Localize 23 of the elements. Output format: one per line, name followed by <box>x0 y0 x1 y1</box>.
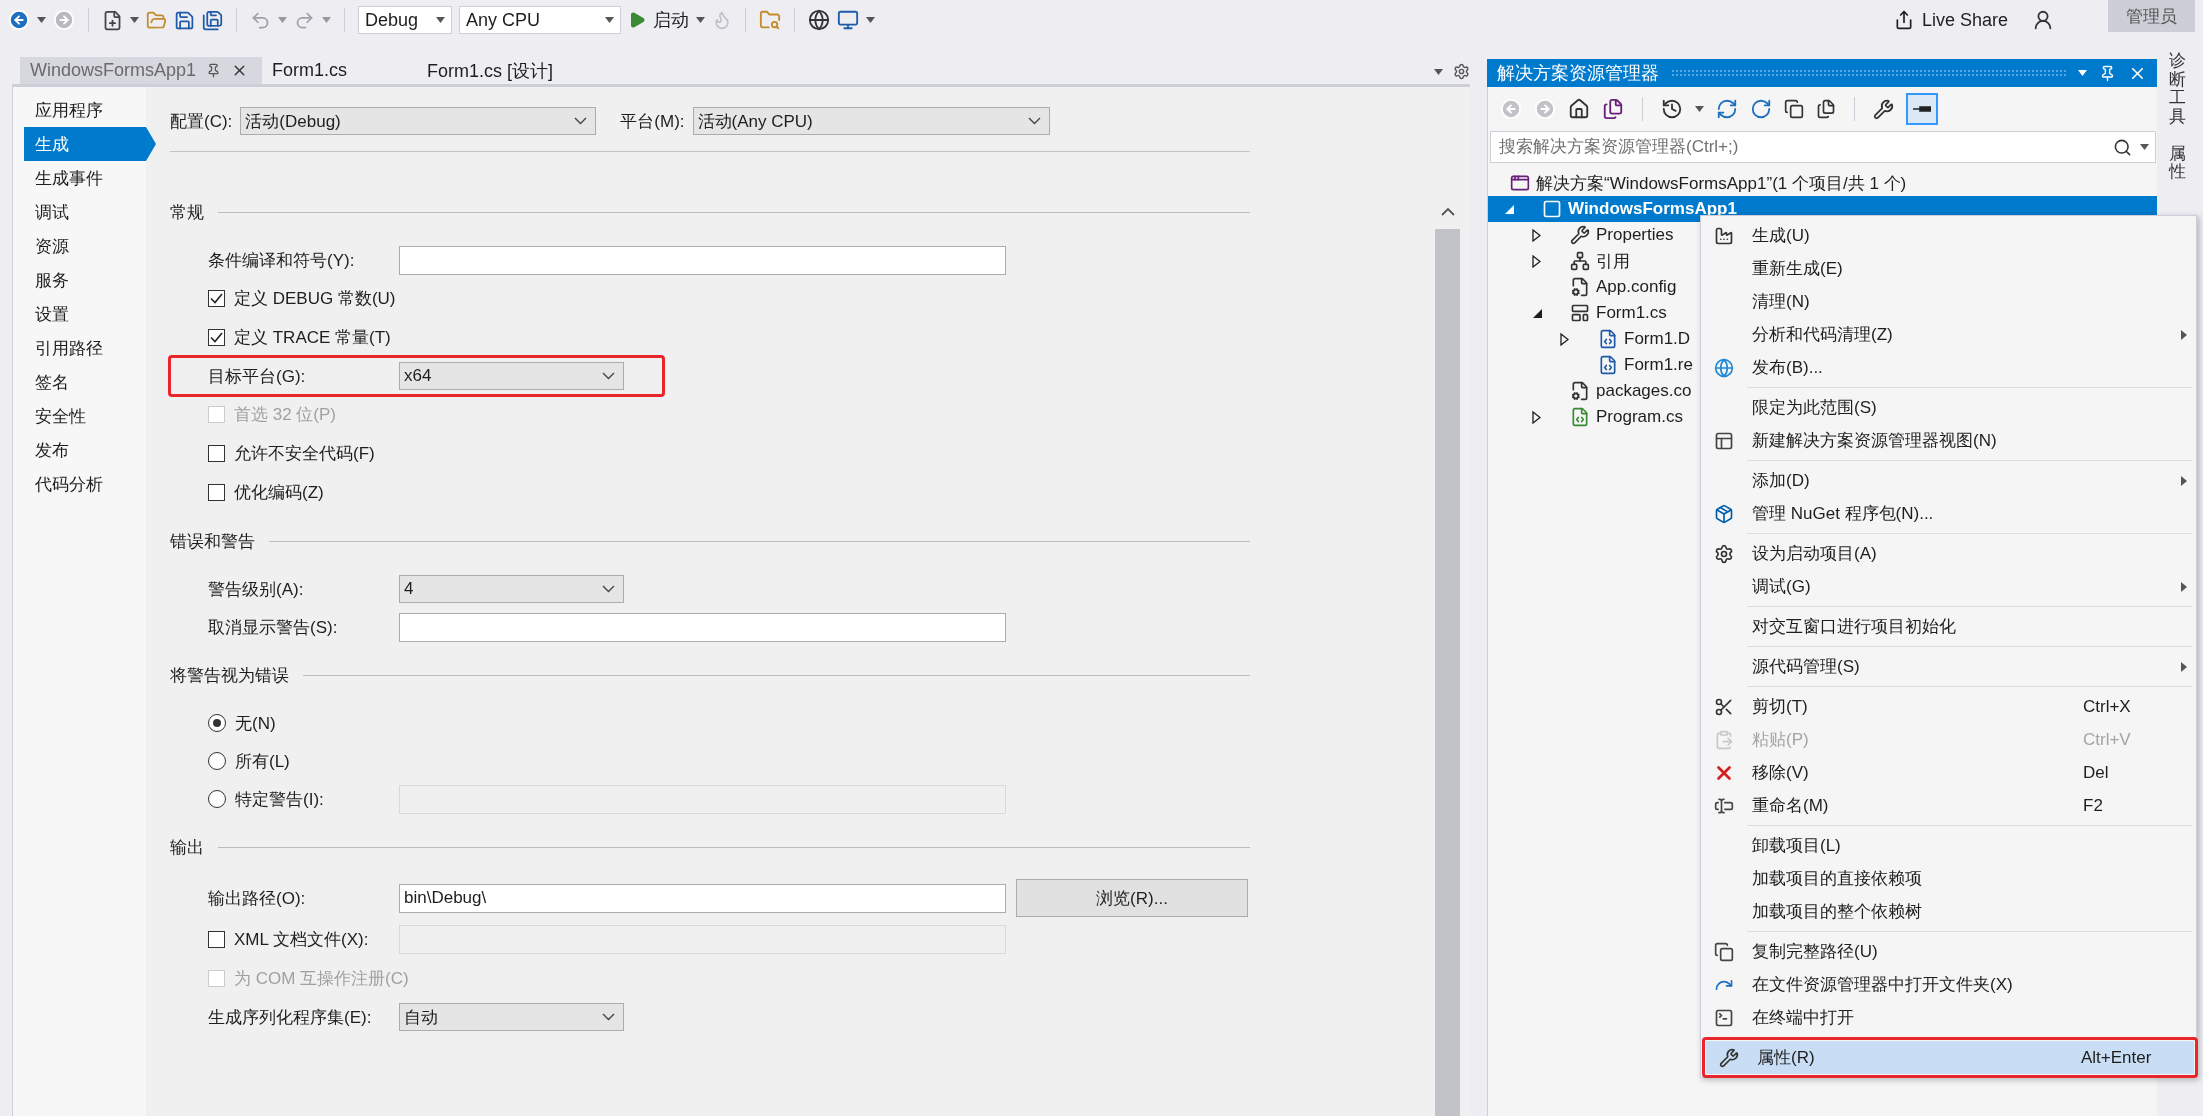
field-label: 警告级别(A): <box>208 578 305 601</box>
panel-title: 解决方案资源管理器 <box>1497 62 1659 85</box>
radio-label: 无(N) <box>235 712 276 735</box>
checkbox-label: XML 文档文件(X): <box>234 929 370 951</box>
field-label: 条件编译和符号(Y): <box>208 249 356 272</box>
field-label: 生成序列化程序集(E): <box>208 1006 373 1029</box>
configuration-label: 配置(C): <box>170 110 233 133</box>
checkbox-label: 定义 DEBUG 常数(U) <box>234 288 396 310</box>
section-title: 错误和警告 <box>170 530 255 553</box>
radio-label: 所有(L) <box>235 750 290 773</box>
section-title: 输出 <box>170 836 204 859</box>
checkbox-label: 为 COM 互操作注册(C) <box>234 968 409 990</box>
field-label: 目标平台(G): <box>208 365 307 388</box>
checkbox-label: 优化编码(Z) <box>234 482 324 504</box>
checkbox-label: 定义 TRACE 常量(T) <box>234 327 391 349</box>
radio-label: 特定警告(I): <box>235 788 325 811</box>
field-label: 输出路径(O): <box>208 887 307 910</box>
checkbox-label: 首选 32 位(P) <box>234 404 337 426</box>
section-title: 常规 <box>170 201 204 224</box>
platform-label: 平台(M): <box>620 110 685 133</box>
checkbox-label: 允许不安全代码(F) <box>234 443 375 465</box>
section-title: 将警告视为错误 <box>170 664 289 687</box>
field-label: 取消显示警告(S): <box>208 616 339 639</box>
